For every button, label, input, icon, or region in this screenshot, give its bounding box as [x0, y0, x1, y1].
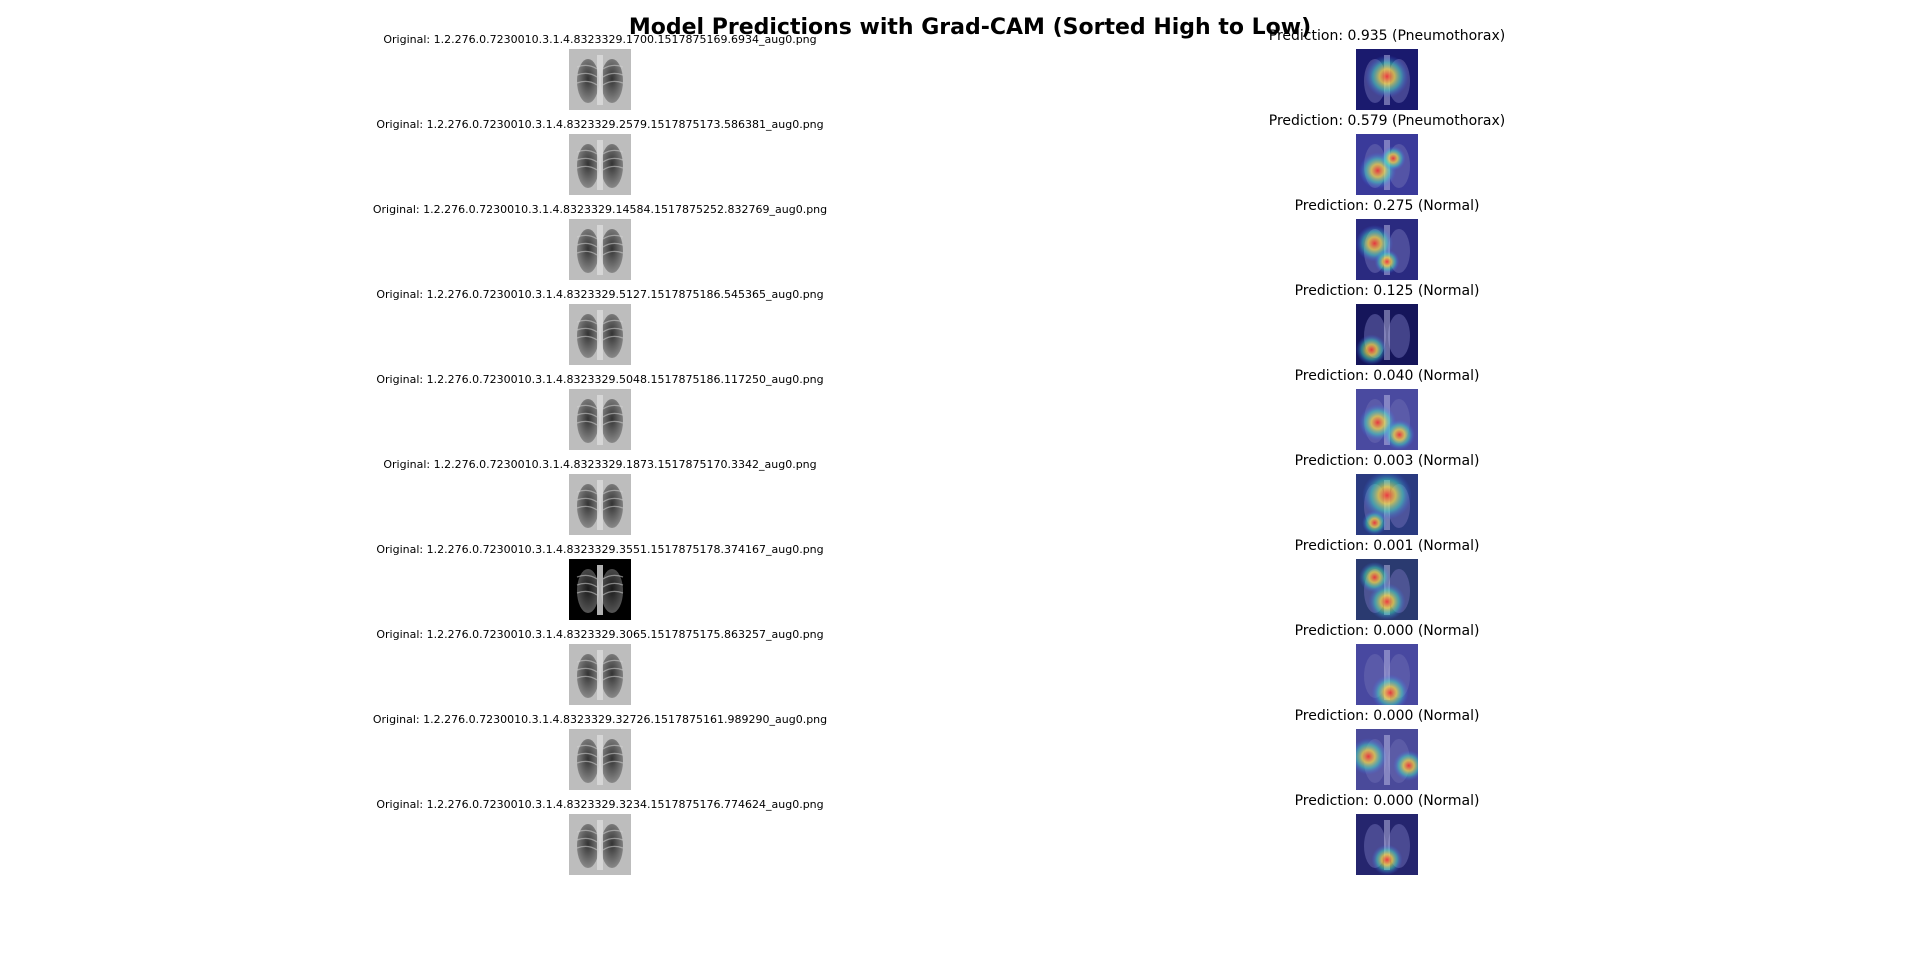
gradcam-heatmap-image: [1356, 814, 1418, 875]
prediction-row: Original: 1.2.276.0.7230010.3.1.4.832332…: [0, 765, 1920, 875]
prediction-row: Original: 1.2.276.0.7230010.3.1.4.832332…: [0, 340, 1920, 450]
prediction-label: Prediction: 0.000 (Normal): [1294, 708, 1480, 724]
original-filename-label: Original: 1.2.276.0.7230010.3.1.4.832332…: [372, 203, 828, 216]
prediction-row: Original: 1.2.276.0.7230010.3.1.4.832332…: [0, 170, 1920, 280]
prediction-label: Prediction: 0.001 (Normal): [1294, 538, 1480, 554]
original-filename-label: Original: 1.2.276.0.7230010.3.1.4.832332…: [376, 628, 824, 641]
prediction-row: Original: 1.2.276.0.7230010.3.1.4.832332…: [0, 425, 1920, 535]
prediction-row: Original: 1.2.276.0.7230010.3.1.4.832332…: [0, 510, 1920, 620]
original-filename-label: Original: 1.2.276.0.7230010.3.1.4.832332…: [376, 798, 824, 811]
prediction-label: Prediction: 0.579 (Pneumothorax): [1268, 113, 1506, 129]
original-filename-label: Original: 1.2.276.0.7230010.3.1.4.832332…: [372, 713, 828, 726]
xray-image: [569, 814, 631, 875]
prediction-row: Original: 1.2.276.0.7230010.3.1.4.832332…: [0, 85, 1920, 195]
prediction-label: Prediction: 0.275 (Normal): [1294, 198, 1480, 214]
prediction-row: Original: 1.2.276.0.7230010.3.1.4.832332…: [0, 255, 1920, 365]
original-filename-label: Original: 1.2.276.0.7230010.3.1.4.832332…: [383, 33, 817, 46]
prediction-label: Prediction: 0.040 (Normal): [1294, 368, 1480, 384]
prediction-row: Original: 1.2.276.0.7230010.3.1.4.832332…: [0, 595, 1920, 705]
prediction-label: Prediction: 0.003 (Normal): [1294, 453, 1480, 469]
prediction-label: Prediction: 0.125 (Normal): [1294, 283, 1480, 299]
original-filename-label: Original: 1.2.276.0.7230010.3.1.4.832332…: [376, 118, 824, 131]
prediction-label: Prediction: 0.000 (Normal): [1294, 623, 1480, 639]
prediction-row: Original: 1.2.276.0.7230010.3.1.4.832332…: [0, 0, 1920, 110]
prediction-label: Prediction: 0.000 (Normal): [1294, 793, 1480, 809]
prediction-row: Original: 1.2.276.0.7230010.3.1.4.832332…: [0, 680, 1920, 790]
original-filename-label: Original: 1.2.276.0.7230010.3.1.4.832332…: [376, 373, 824, 386]
original-filename-label: Original: 1.2.276.0.7230010.3.1.4.832332…: [376, 288, 824, 301]
original-filename-label: Original: 1.2.276.0.7230010.3.1.4.832332…: [383, 458, 817, 471]
prediction-label: Prediction: 0.935 (Pneumothorax): [1268, 28, 1506, 44]
original-filename-label: Original: 1.2.276.0.7230010.3.1.4.832332…: [376, 543, 824, 556]
